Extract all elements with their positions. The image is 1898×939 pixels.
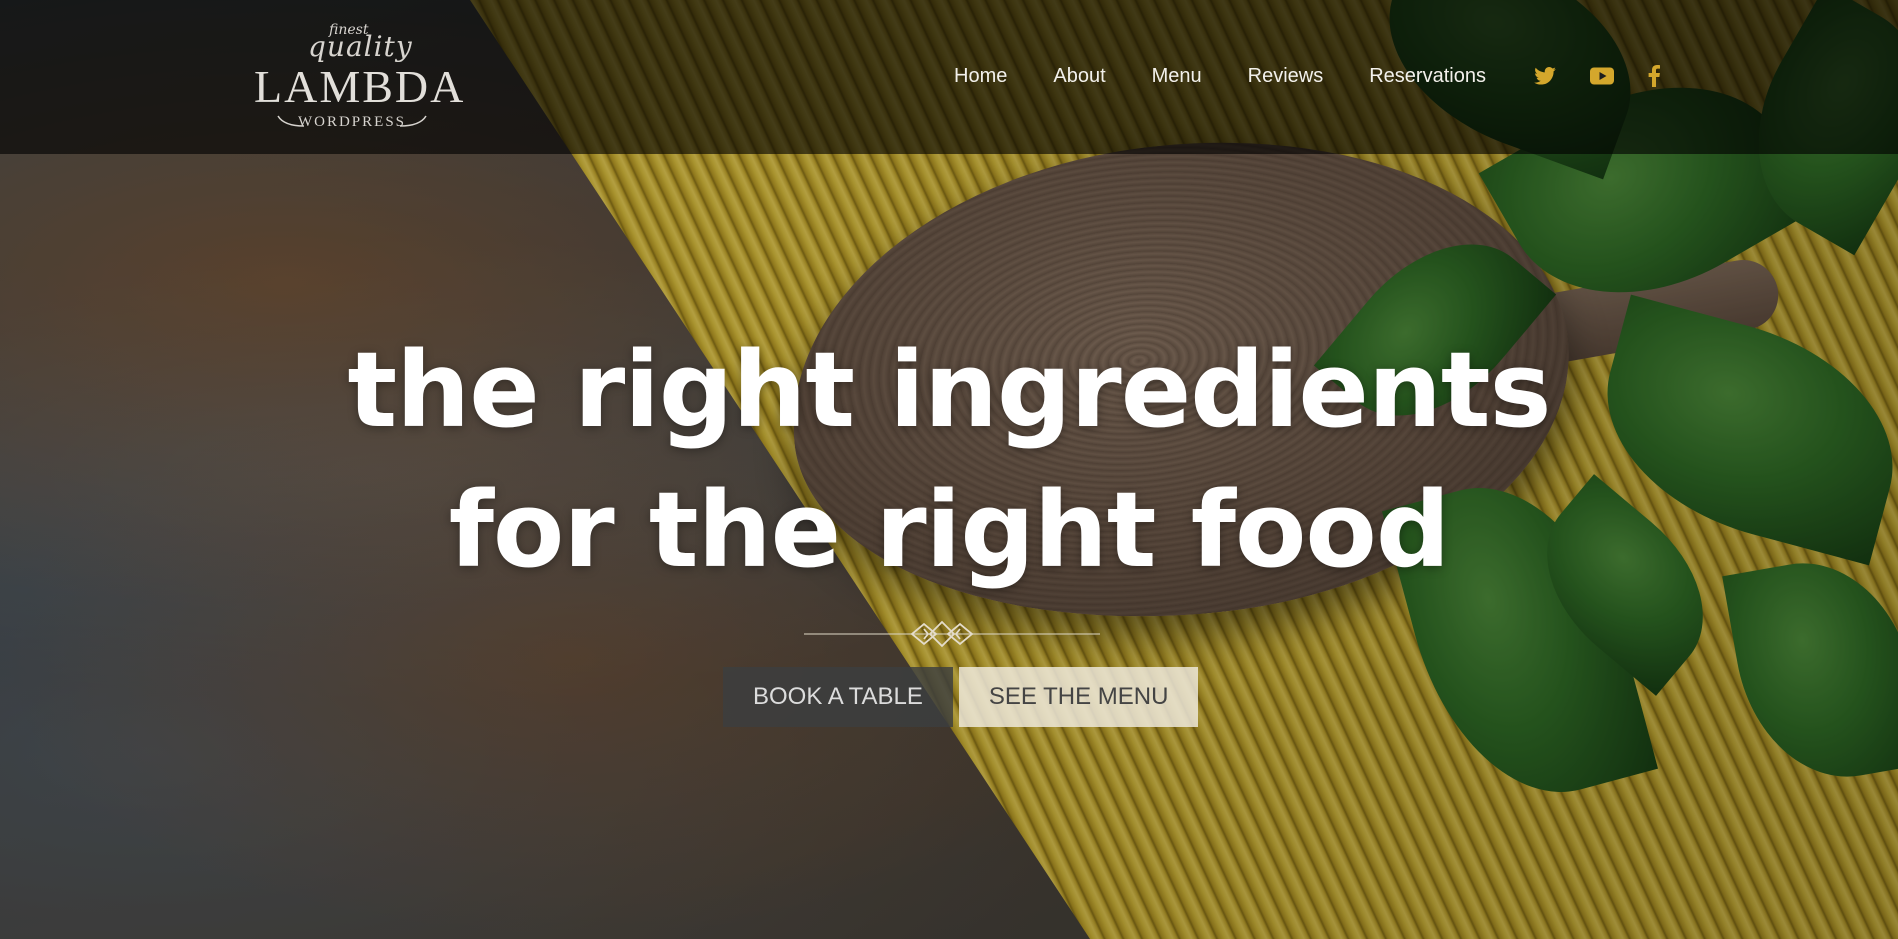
site-logo[interactable]: finest quality LAMBDA WORDPRESS — [254, 16, 466, 142]
main-nav: Home About Menu Reviews Reservations — [954, 58, 1660, 94]
facebook-icon[interactable] — [1648, 65, 1660, 87]
logo-name: LAMBDA — [254, 61, 466, 112]
nav-menu[interactable]: Menu — [1152, 65, 1202, 88]
headline-line-2: for the right food — [448, 469, 1451, 591]
nav-reservations[interactable]: Reservations — [1369, 65, 1486, 88]
site-header: finest quality LAMBDA WORDPRESS Home Abo… — [0, 0, 1898, 154]
hero-headline: the right ingredients for the right food — [300, 320, 1598, 600]
headline-line-1: the right ingredients — [347, 329, 1551, 451]
nav-reviews[interactable]: Reviews — [1248, 65, 1324, 88]
social-links — [1534, 65, 1660, 87]
logo-subtitle: WORDPRESS — [297, 114, 407, 130]
hero-section: finest quality LAMBDA WORDPRESS Home Abo… — [0, 0, 1898, 939]
twitter-icon[interactable] — [1534, 67, 1556, 85]
hero-buttons: BOOK A TABLE SEE THE MENU — [723, 667, 1199, 727]
book-table-button[interactable]: BOOK A TABLE — [723, 667, 953, 727]
see-menu-button[interactable]: SEE THE MENU — [958, 667, 1199, 727]
youtube-icon[interactable] — [1589, 67, 1614, 85]
nav-home[interactable]: Home — [954, 65, 1007, 88]
ornament-divider — [804, 620, 1100, 648]
nav-about[interactable]: About — [1053, 65, 1105, 88]
logo-quality: quality — [308, 30, 413, 63]
